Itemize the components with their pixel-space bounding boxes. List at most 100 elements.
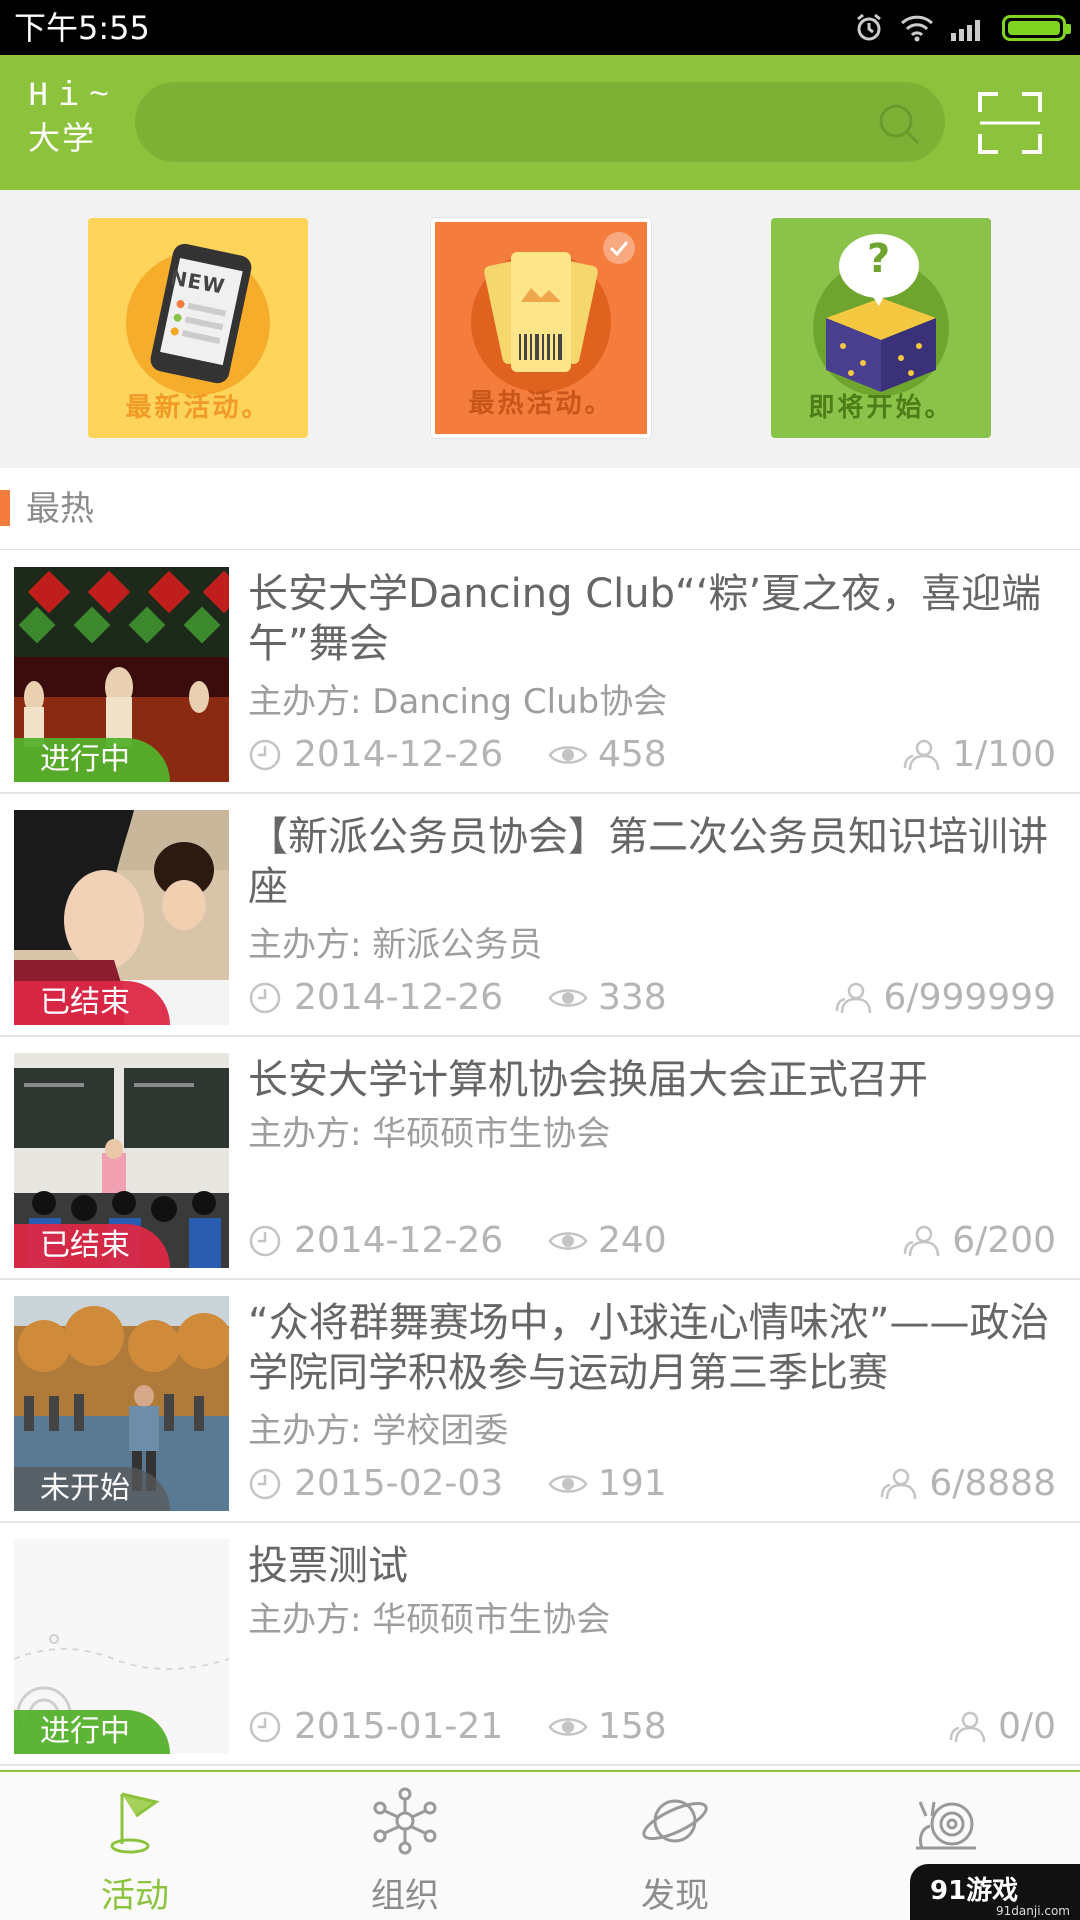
activity-date: 2014-12-26	[294, 734, 504, 775]
participants-info: 6/8888	[879, 1462, 1056, 1506]
wifi-icon	[900, 15, 934, 42]
participant-count: 6/8888	[929, 1463, 1056, 1504]
clock-icon	[249, 1225, 281, 1257]
app-logo: Hi~ 大学	[28, 77, 118, 167]
date-info: 2014-12-26	[248, 1219, 503, 1263]
battery-icon	[1002, 15, 1071, 41]
search-bar[interactable]	[135, 82, 945, 162]
category-newest[interactable]: NEW 最新活动。	[88, 218, 308, 438]
views-info: 458	[548, 733, 667, 777]
participant-count: 0/0	[998, 1706, 1056, 1747]
activity-meta: 2014-12-26 240 6/200	[248, 1219, 1056, 1263]
tab-discover[interactable]: 发现	[540, 1772, 810, 1920]
people-icon	[949, 1711, 986, 1743]
category-label: 最新活动。	[125, 393, 271, 423]
activity-date: 2015-01-21	[294, 1706, 504, 1747]
activity-organizer: 主办方: 华硕硕市生协会	[248, 1600, 611, 1640]
activity-item[interactable]: 已结束 长安大学计算机协会换届大会正式召开 主办方: 华硕硕市生协会 2014-…	[0, 1037, 1080, 1280]
participants-info: 6/200	[902, 1219, 1056, 1263]
status-icons	[854, 10, 1071, 46]
category-hottest[interactable]: 最热活动。	[431, 218, 651, 438]
activity-date: 2015-02-03	[294, 1463, 504, 1504]
status-bar: 下午5:55	[0, 0, 1080, 55]
category-row: NEW 最新活动。 最热活动。 ? 即将开始。	[0, 190, 1080, 468]
tab-label: 组织	[371, 1876, 439, 1916]
status-badge: 已结束	[14, 1224, 170, 1268]
eye-icon	[548, 989, 588, 1007]
bottom-tab-bar: 活动 组织 发现 我 91游戏 91danji.com	[0, 1770, 1080, 1920]
status-badge: 未开始	[14, 1467, 170, 1511]
tab-activities[interactable]: 活动	[0, 1772, 270, 1920]
activity-title: “众将群舞赛场中，小球连心情味浓”——政治学院同学积极参与运动月第三季比赛	[248, 1300, 1050, 1396]
clock-icon	[249, 1711, 281, 1743]
participants-info: 6/999999	[834, 976, 1056, 1020]
participant-count: 1/100	[952, 734, 1056, 775]
flag-icon	[110, 1792, 160, 1854]
view-count: 338	[598, 977, 667, 1018]
activity-title: 投票测试	[248, 1543, 408, 1589]
activity-organizer: 主办方: Dancing Club协会	[248, 682, 668, 722]
category-label: 最热活动。	[468, 389, 614, 419]
logo-line-1: Hi~	[28, 78, 120, 116]
date-info: 2015-02-03	[248, 1462, 503, 1506]
activity-item[interactable]: 进行中 投票测试 主办方: 华硕硕市生协会 2015-01-21 158 0/0	[0, 1523, 1080, 1766]
tab-label: 发现	[641, 1876, 709, 1916]
activity-meta: 2014-12-26 458 1/100	[248, 733, 1056, 777]
activity-item[interactable]: 进行中 长安大学Dancing Club“‘粽’夏之夜，喜迎端午”舞会 主办方:…	[0, 551, 1080, 794]
views-info: 158	[548, 1705, 667, 1749]
site-watermark: 91游戏 91danji.com	[910, 1864, 1080, 1920]
participants-info: 1/100	[902, 733, 1056, 777]
alarm-icon	[857, 13, 881, 41]
activity-title: 长安大学计算机协会换届大会正式召开	[248, 1057, 928, 1103]
participant-count: 6/200	[952, 1220, 1056, 1261]
people-icon	[835, 982, 871, 1014]
activity-item[interactable]: 已结束 【新派公务员协会】第二次公务员知识培训讲座 主办方: 新派公务员 201…	[0, 794, 1080, 1037]
views-info: 338	[548, 976, 667, 1020]
participants-info: 0/0	[948, 1705, 1056, 1749]
activity-organizer: 主办方: 新派公务员	[248, 925, 543, 965]
activity-thumbnail: 进行中	[14, 567, 229, 782]
activity-title: 【新派公务员协会】第二次公务员知识培训讲座	[248, 814, 1048, 910]
eye-icon	[548, 1475, 588, 1493]
search-icon[interactable]	[877, 102, 921, 146]
app-header: Hi~ 大学	[0, 55, 1080, 190]
view-count: 191	[598, 1463, 667, 1504]
people-icon	[881, 1468, 917, 1500]
app-screen: 下午5:55 Hi~ 大学 NEW 最新活动。 最热活动。 ? 即将开始。 最热…	[0, 0, 1080, 1920]
activity-meta: 2015-01-21 158 0/0	[248, 1705, 1056, 1749]
activity-thumbnail: 未开始	[14, 1296, 229, 1511]
section-title: 最热	[26, 489, 94, 529]
activity-item[interactable]: 未开始 “众将群舞赛场中，小球连心情味浓”——政治学院同学积极参与运动月第三季比…	[0, 1280, 1080, 1523]
logo-line-2: 大学	[28, 119, 97, 157]
activity-date: 2014-12-26	[294, 977, 504, 1018]
section-accent-bar	[0, 490, 10, 526]
section-header: 最热	[0, 468, 1080, 550]
people-icon	[904, 1225, 940, 1257]
view-count: 240	[598, 1220, 667, 1261]
tab-organizations[interactable]: 组织	[270, 1772, 540, 1920]
activity-meta: 2014-12-26 338 6/999999	[248, 976, 1056, 1020]
snail-icon	[916, 1801, 976, 1850]
status-badge: 进行中	[14, 1710, 170, 1754]
clock-icon	[249, 739, 281, 771]
category-upcoming[interactable]: ? 即将开始。	[771, 218, 991, 438]
eye-icon	[548, 1232, 588, 1250]
activity-thumbnail: 已结束	[14, 810, 229, 1025]
eye-icon	[548, 1718, 588, 1736]
activity-title: 长安大学Dancing Club“‘粽’夏之夜，喜迎端午”舞会	[248, 571, 1042, 667]
view-count: 158	[598, 1706, 667, 1747]
scan-icon[interactable]	[978, 92, 1042, 154]
status-badge: 已结束	[14, 981, 170, 1025]
activity-organizer: 主办方: 学校团委	[248, 1411, 509, 1451]
activity-organizer: 主办方: 华硕硕市生协会	[248, 1114, 611, 1154]
date-info: 2014-12-26	[248, 976, 503, 1020]
date-info: 2015-01-21	[248, 1705, 503, 1749]
activity-thumbnail: 已结束	[14, 1053, 229, 1268]
planet-icon	[642, 1799, 708, 1843]
status-time: 下午5:55	[14, 9, 150, 47]
view-count: 458	[598, 734, 667, 775]
participant-count: 6/999999	[883, 977, 1056, 1018]
signal-icon	[951, 20, 980, 41]
clock-icon	[249, 982, 281, 1014]
activity-date: 2014-12-26	[294, 1220, 504, 1261]
